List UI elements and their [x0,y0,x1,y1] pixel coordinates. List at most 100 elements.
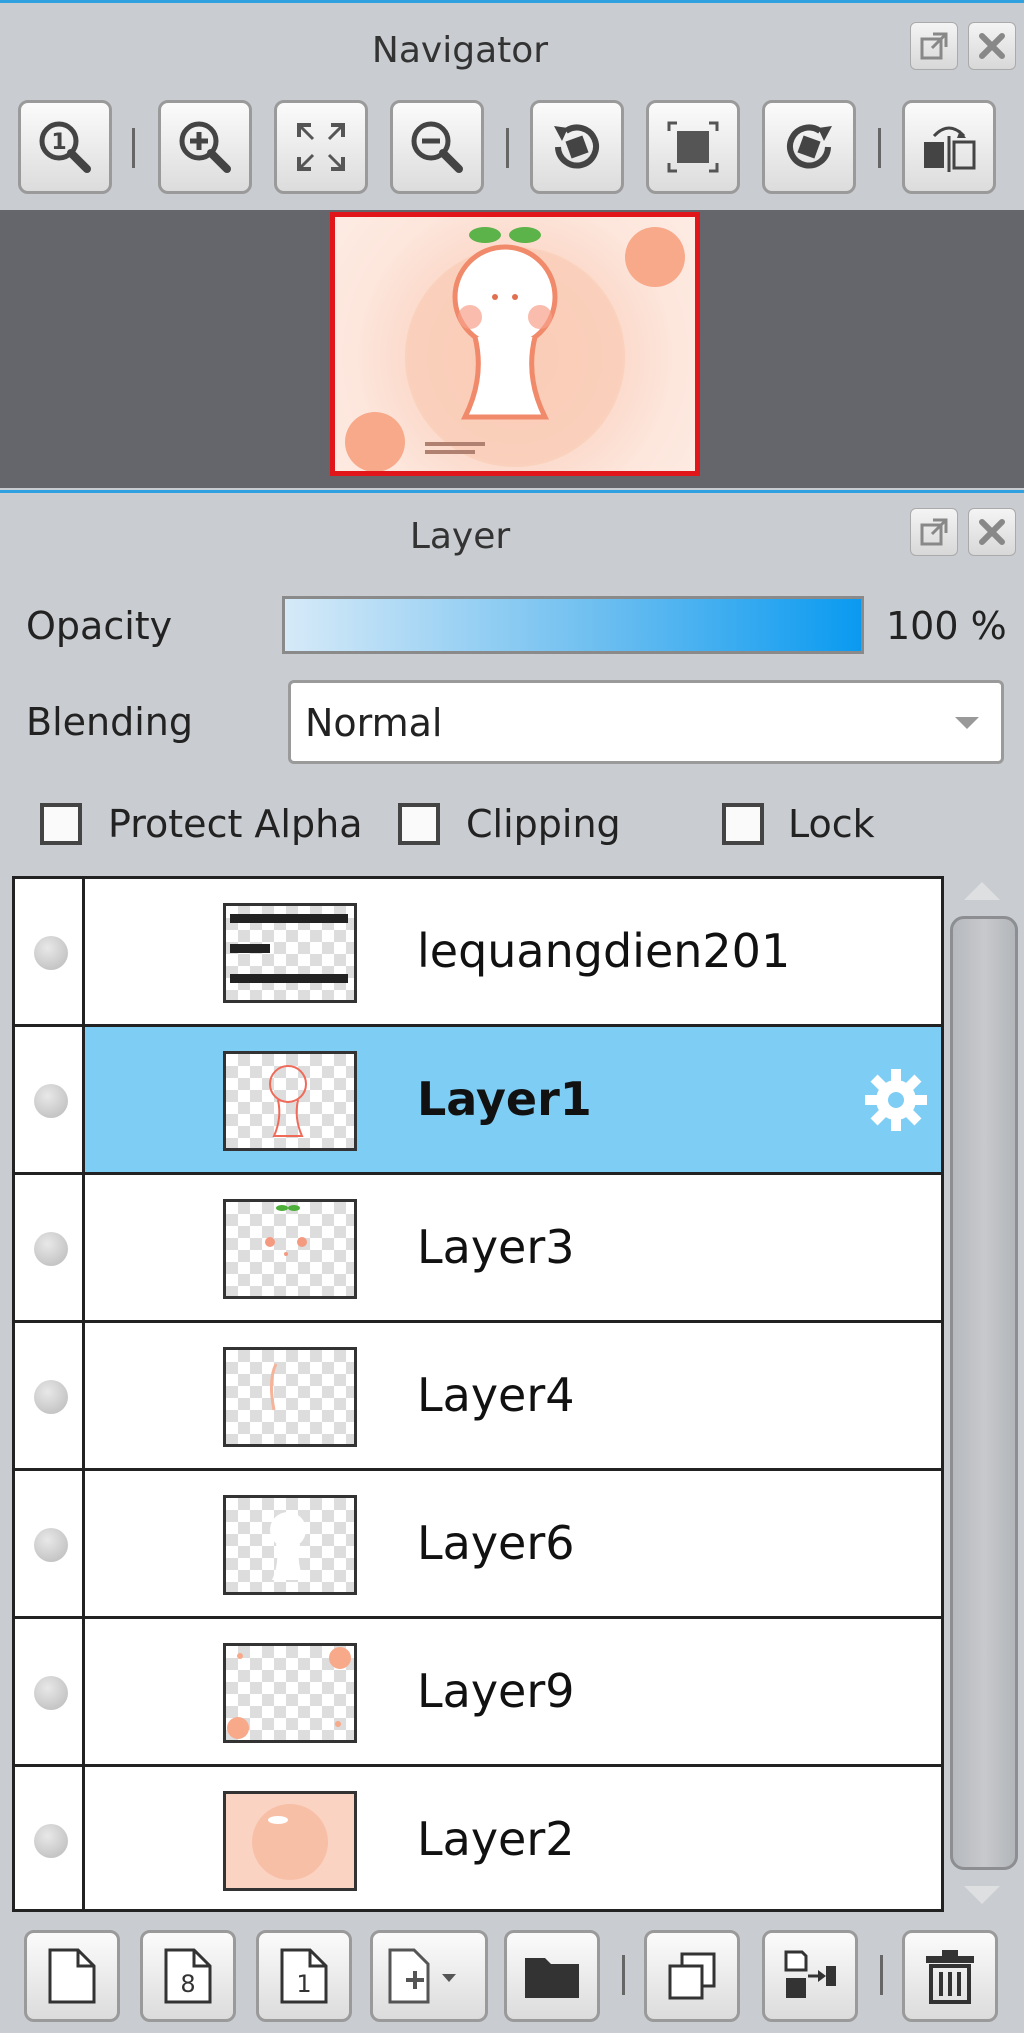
layer-row[interactable]: Layer4 [15,1323,941,1471]
layer-undock-button[interactable] [910,508,958,556]
layer-row[interactable]: Layer6 [15,1471,941,1619]
layer-name: Layer3 [417,1220,575,1274]
scroll-up-arrow[interactable] [964,882,1000,900]
merge-icon [784,1950,836,1998]
toolbar-separator [622,1955,625,1995]
new-page-icon [48,1948,96,2004]
navigator-title: Navigator [371,30,549,71]
navigator-panel: Navigator 1 [0,0,1024,490]
rotate-right-button[interactable] [762,100,856,194]
visibility-dot-icon [34,1824,68,1858]
new-8bit-layer-button[interactable]: 8 [140,1930,236,2022]
scroll-down-arrow[interactable] [964,1886,1000,1904]
visibility-toggle[interactable] [15,1619,85,1764]
layer-row-selected[interactable]: Layer1 [15,1027,941,1175]
layer-thumbnail [223,1495,357,1595]
layer-thumbnail [223,1051,357,1151]
clipping-checkbox[interactable] [398,803,440,845]
layer-thumbnail-image [252,1804,328,1880]
visibility-dot-icon [34,1676,68,1710]
undock-icon [920,32,948,60]
layer-row-main[interactable]: Layer4 [85,1323,941,1468]
layer-name: Layer2 [417,1812,575,1866]
lock-checkbox[interactable] [722,803,764,845]
layer-row[interactable]: Layer9 [15,1619,941,1767]
visibility-dot-icon [34,936,68,970]
layer-name: Layer4 [417,1368,575,1422]
opacity-slider[interactable] [282,596,864,654]
canvas-thumbnail-image [345,227,685,471]
visibility-dot-icon [34,1528,68,1562]
layer-thumbnail [223,1643,357,1743]
layer-thumbnail-image [269,1065,307,1137]
layer-row-main[interactable]: lequangdien201 [85,879,941,1024]
rotate-left-button[interactable] [530,100,624,194]
zoom-out-button[interactable] [390,100,484,194]
layer-row-main[interactable]: Layer1 [85,1027,941,1172]
navigator-undock-button[interactable] [910,22,958,70]
visibility-toggle[interactable] [15,1471,85,1616]
layer-thumbnail [223,903,357,1003]
layer-name: Layer6 [417,1516,575,1570]
flip-horizontal-button[interactable] [902,100,996,194]
layer-thumbnail-image [230,914,348,983]
new-1bit-layer-button[interactable]: 1 [256,1930,352,2022]
navigator-close-button[interactable] [968,22,1016,70]
rotate-right-icon [787,124,832,169]
layer-row-main[interactable]: Layer2 [85,1767,941,1909]
blending-select[interactable]: Normal [288,680,1004,764]
protect-alpha-label: Protect Alpha [108,802,363,846]
new-layer-button[interactable] [24,1930,120,2022]
navigator-canvas-thumbnail[interactable] [330,212,700,476]
svg-text:1: 1 [51,130,66,155]
layer-name: Layer9 [417,1664,575,1718]
svg-text:1: 1 [296,1970,311,1998]
visibility-toggle[interactable] [15,1027,85,1172]
zoom-out-icon [411,121,463,173]
zoom-in-button[interactable] [158,100,252,194]
toolbar-separator [132,128,135,168]
lock-label: Lock [788,802,875,846]
page-8-icon: 8 [164,1948,212,2004]
layer-row[interactable]: Layer2 [15,1767,941,1909]
visibility-toggle[interactable] [15,1767,85,1909]
layer-close-button[interactable] [968,508,1016,556]
protect-alpha-checkbox[interactable] [40,803,82,845]
reset-view-button[interactable] [646,100,740,194]
new-folder-button[interactable] [504,1930,600,2022]
visibility-dot-icon [34,1232,68,1266]
layer-row-main[interactable]: Layer9 [85,1619,941,1764]
visibility-toggle[interactable] [15,1323,85,1468]
zoom-1-icon: 1 [39,121,91,173]
duplicate-icon [668,1952,716,2000]
layer-row-main[interactable]: Layer6 [85,1471,941,1616]
fit-window-button[interactable] [274,100,368,194]
undock-icon [920,518,948,546]
duplicate-layer-button[interactable] [644,1930,740,2022]
merge-down-button[interactable] [762,1930,858,2022]
close-icon [979,519,1005,545]
clipping-label: Clipping [466,802,621,846]
visibility-toggle[interactable] [15,879,85,1024]
layer-title: Layer [409,516,511,557]
layer-thumbnail-image [265,1205,307,1256]
folder-icon [525,1958,579,1998]
layer-row[interactable]: Layer3 [15,1175,941,1323]
layer-thumbnail [223,1791,357,1891]
delete-layer-button[interactable] [902,1930,998,2022]
chevron-down-icon [955,717,979,729]
gear-icon[interactable] [861,1065,931,1135]
add-layer-menu-button[interactable] [370,1930,488,2022]
layer-row[interactable]: lequangdien201 [15,879,941,1027]
page-1-icon: 1 [280,1948,328,2004]
fit-icon [297,123,345,171]
blending-value: Normal [305,701,443,745]
toolbar-separator [880,1955,883,1995]
visibility-toggle[interactable] [15,1175,85,1320]
layer-list-scrollbar[interactable] [950,916,1018,1870]
layer-thumbnail [223,1199,357,1299]
layer-row-main[interactable]: Layer3 [85,1175,941,1320]
flip-icon [924,126,976,172]
rotate-left-icon [554,124,599,169]
zoom-actual-button[interactable]: 1 [18,100,112,194]
